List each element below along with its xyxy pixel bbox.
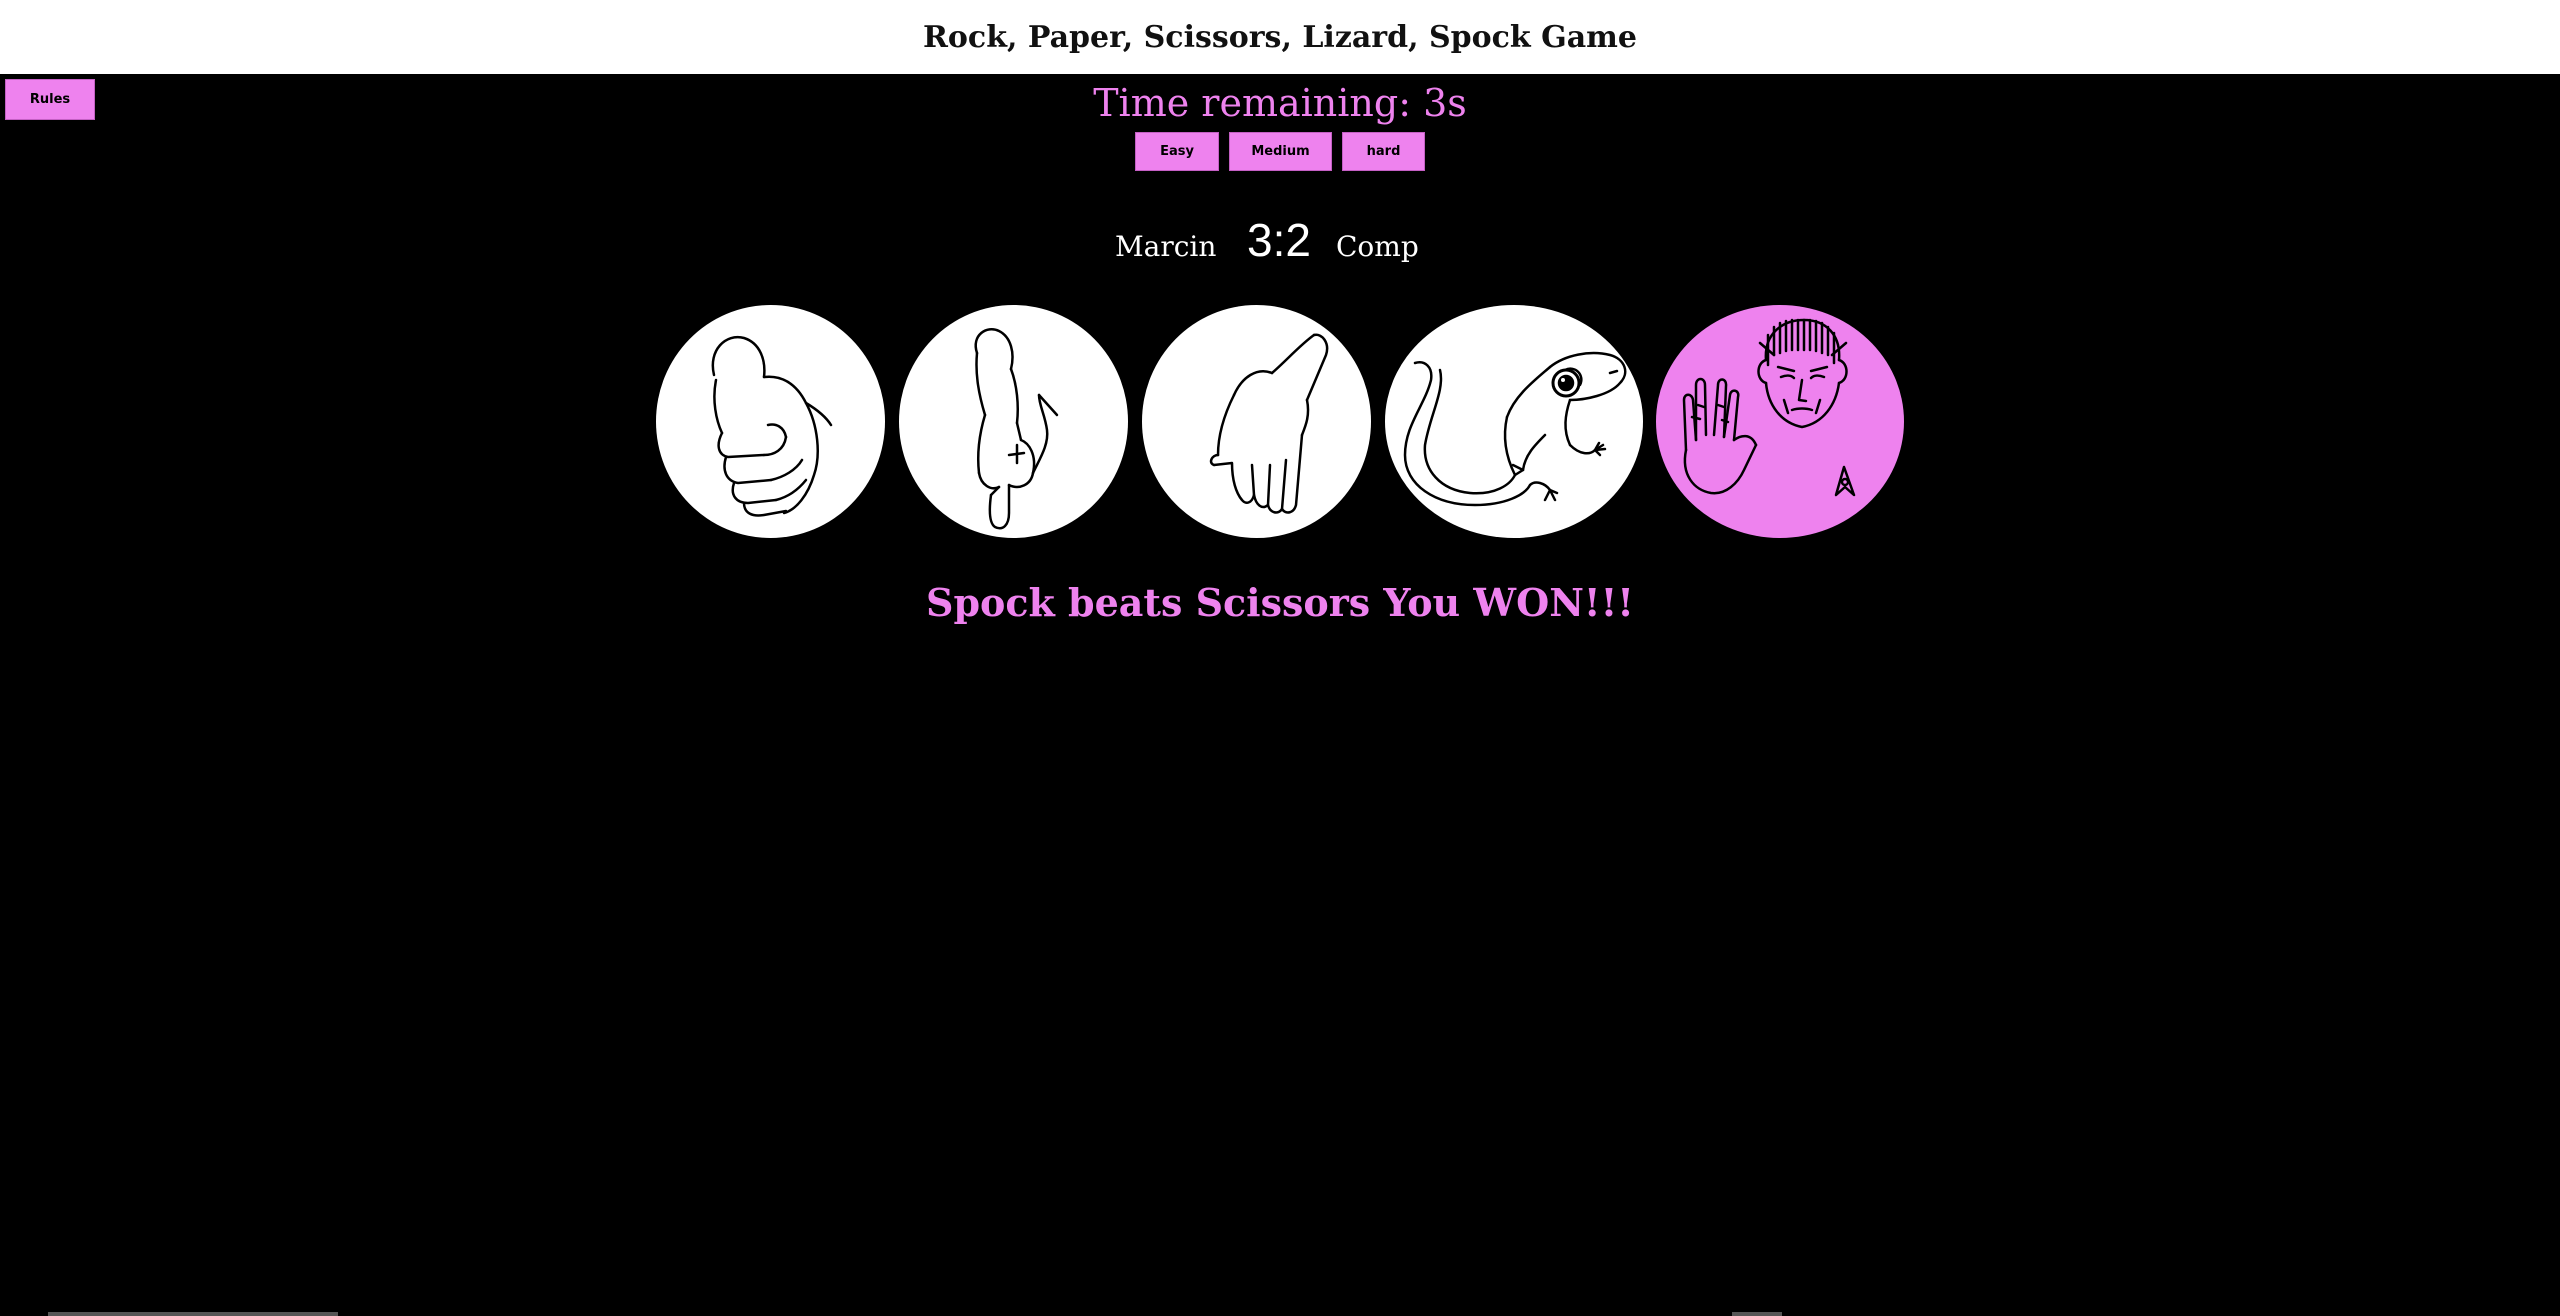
page-title: Rock, Paper, Scissors, Lizard, Spock Gam… (922, 19, 1638, 55)
player-name: Marcin (1115, 230, 1217, 263)
easy-button[interactable]: Easy (1135, 132, 1219, 171)
hard-button[interactable]: hard (1342, 132, 1425, 171)
choice-spock[interactable] (1656, 305, 1904, 538)
choice-lizard[interactable] (1385, 305, 1643, 538)
fist-icon (711, 335, 833, 517)
open-hand-icon (1209, 333, 1329, 514)
choice-rock[interactable] (656, 305, 885, 538)
score-display: 3:2 (1247, 214, 1311, 266)
scoreboard: Marcin 3:2 Comp (0, 205, 2560, 275)
choice-paper[interactable] (1142, 305, 1371, 538)
timer-text: Time remaining: 3s (1093, 81, 1467, 125)
pointing-finger-icon (974, 328, 1059, 530)
spock-icon (1682, 318, 1856, 497)
medium-button[interactable]: Medium (1229, 132, 1332, 171)
opponent-name: Comp (1336, 230, 1419, 263)
choice-scissors[interactable] (899, 305, 1128, 538)
scrollbar[interactable] (1732, 1312, 1782, 1316)
result-message: Spock beats Scissors You WON!!! (926, 580, 1634, 625)
header-bar: Rock, Paper, Scissors, Lizard, Spock Gam… (0, 0, 2560, 74)
gecko-icon (1403, 351, 1627, 507)
scrollbar[interactable] (48, 1312, 338, 1316)
